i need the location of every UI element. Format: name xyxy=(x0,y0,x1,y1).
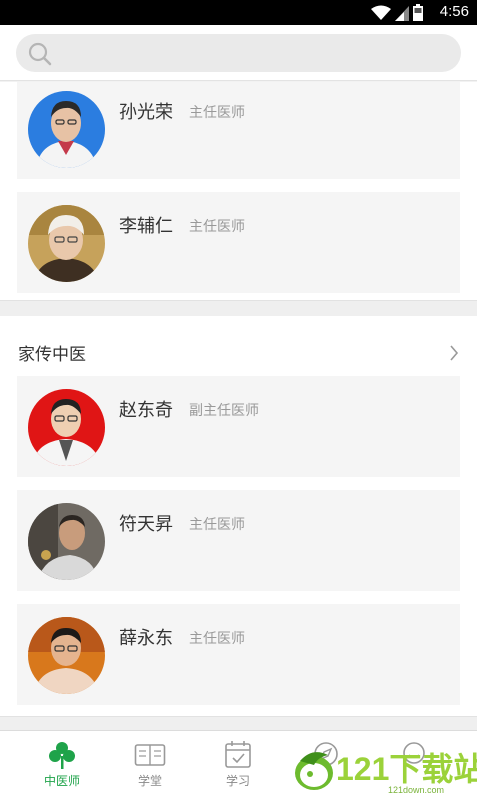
doctor-title: 主任医师 xyxy=(189,517,245,533)
section-title: 家传中医 xyxy=(18,345,86,365)
nav-label: 学堂 xyxy=(137,774,162,788)
section-divider xyxy=(0,300,477,316)
nav-item-doctors[interactable]: 中医师 xyxy=(18,731,106,795)
book-icon xyxy=(134,744,166,766)
doctor-name: 赵东奇 xyxy=(119,400,173,421)
doctor-title: 主任医师 xyxy=(189,219,245,235)
nav-label: 中医师 xyxy=(43,774,80,788)
doctor-avatar xyxy=(28,617,105,694)
doctor-section: 孙光荣 主任医师 李辅仁 主任医师 xyxy=(0,82,477,300)
doctor-title: 主任医师 xyxy=(189,631,245,647)
doctor-name: 符天昇 xyxy=(119,514,173,535)
search-input[interactable] xyxy=(16,34,461,72)
doctor-card[interactable]: 薛永东 主任医师 xyxy=(17,604,460,705)
wifi-icon xyxy=(371,5,391,20)
search-icon xyxy=(28,42,52,66)
doctor-avatar xyxy=(28,205,105,282)
watermark-subtext: 121down.com xyxy=(388,785,444,795)
doctor-card[interactable]: 孙光荣 主任医师 xyxy=(17,82,460,179)
section-header[interactable]: 家传中医 xyxy=(18,340,461,366)
chevron-right-icon xyxy=(450,345,459,361)
doctor-avatar xyxy=(28,91,105,168)
calendar-check-icon xyxy=(225,741,251,768)
watermark-text: 121下载站 xyxy=(336,751,477,787)
doctor-avatar xyxy=(28,389,105,466)
nav-label: 学习 xyxy=(225,774,250,788)
doctor-name: 李辅仁 xyxy=(119,216,173,237)
doctor-name: 薛永东 xyxy=(119,628,173,649)
nav-item-study[interactable]: 学习 xyxy=(194,731,282,795)
doctor-section: 家传中医 赵东奇 副主任医师 符天昇 主任医师 薛永东 主任医师 xyxy=(0,316,477,716)
status-icons xyxy=(371,4,423,21)
nav-item-school[interactable]: 学堂 xyxy=(106,731,194,795)
status-bar: 4:56 xyxy=(0,0,477,25)
doctor-name: 孙光荣 xyxy=(119,102,173,123)
clover-icon xyxy=(49,742,75,769)
doctor-avatar xyxy=(28,503,105,580)
status-time: 4:56 xyxy=(439,3,469,20)
doctor-title: 主任医师 xyxy=(189,105,245,121)
battery-icon xyxy=(413,4,423,21)
doctor-card[interactable]: 符天昇 主任医师 xyxy=(17,490,460,591)
signal-icon xyxy=(395,6,409,21)
section-divider xyxy=(0,716,477,730)
watermark-logo: 121下载站 121down.com xyxy=(292,745,477,795)
doctor-list: 孙光荣 主任医师 李辅仁 主任医师 家传中医 赵东奇 副主任医师 符天昇 主任医… xyxy=(0,82,477,730)
doctor-card[interactable]: 赵东奇 副主任医师 xyxy=(17,376,460,477)
doctor-card[interactable]: 李辅仁 主任医师 xyxy=(17,192,460,293)
doctor-title: 副主任医师 xyxy=(189,403,259,419)
search-bar xyxy=(0,25,477,81)
